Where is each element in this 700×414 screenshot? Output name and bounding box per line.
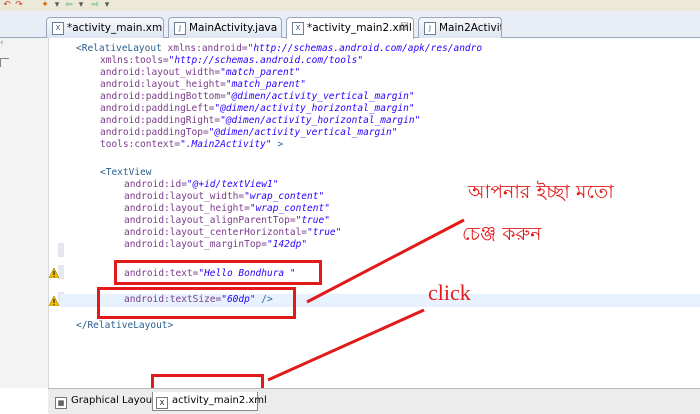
click-annotation: click [428, 280, 471, 305]
bengali-annotation-line1: আপনার ইচ্ছা মতো [468, 181, 614, 203]
layout-icon: ▦ [55, 397, 67, 409]
tab-graphical-layout[interactable]: ▦ Graphical Layout [52, 392, 156, 410]
bengali-annotation-line2: চেঞ্জ করুন [462, 223, 542, 245]
tab-xml-source[interactable]: Xactivity_main2.xml [152, 392, 267, 411]
editor-bottom-tabs: ▦ Graphical Layout Xactivity_main2.xml [48, 388, 700, 414]
xml-file-icon: X [156, 397, 168, 409]
arrow-line-to-tab [267, 308, 425, 382]
